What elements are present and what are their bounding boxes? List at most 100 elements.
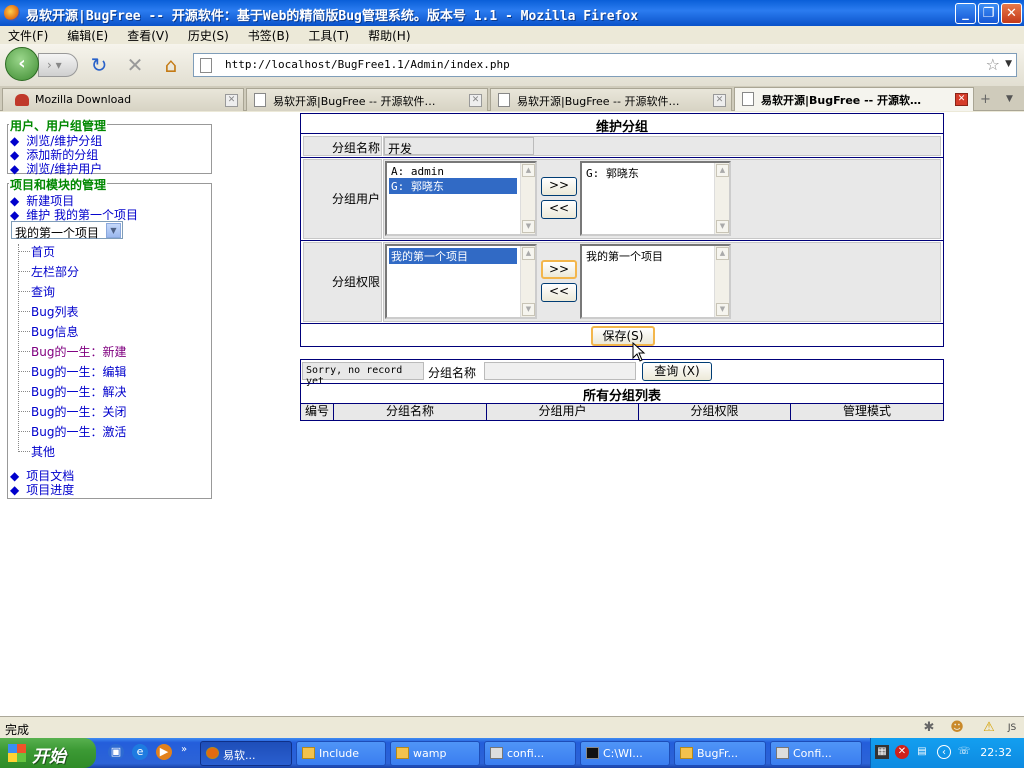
tab-mozilla-download[interactable]: Mozilla Download ✕: [2, 88, 244, 111]
tree-item-home[interactable]: 首页: [31, 243, 55, 260]
add-perm-button[interactable]: >>: [541, 260, 577, 279]
minimize-button[interactable]: _: [955, 3, 976, 24]
menu-file[interactable]: 文件(F): [0, 26, 48, 44]
scroll-up-icon[interactable]: ▲: [716, 164, 729, 177]
reload-icon[interactable]: ↻: [88, 54, 110, 76]
tree-item-bug-new[interactable]: Bug的一生：新建: [31, 343, 126, 360]
tree-item-bug-resolve[interactable]: Bug的一生：解决: [31, 383, 126, 400]
scrollbar[interactable]: ▲ ▼: [714, 246, 729, 317]
home-icon[interactable]: ⌂: [160, 54, 182, 76]
cmd-icon: [586, 747, 599, 759]
remove-user-button[interactable]: <<: [541, 200, 577, 219]
close-tab-icon[interactable]: ✕: [469, 94, 482, 107]
available-perm-list[interactable]: 我的第一个项目 ▲ ▼: [385, 244, 537, 319]
forward-button[interactable]: › ▾: [38, 53, 78, 77]
close-tab-icon[interactable]: ✕: [713, 94, 726, 107]
tray-chevron-icon[interactable]: ‹: [937, 745, 951, 759]
menu-view[interactable]: 查看(V): [119, 26, 169, 44]
quicklaunch-more-icon[interactable]: »: [181, 744, 187, 755]
selected-users-list[interactable]: G: 郭晓东 ▲ ▼: [580, 161, 731, 236]
stop-icon[interactable]: ✕: [124, 54, 146, 76]
tab-label: Mozilla Download: [35, 93, 132, 106]
browse-users-link[interactable]: ◆ 浏览/维护用户: [10, 160, 102, 177]
tree-item-bug-activate[interactable]: Bug的一生：激活: [31, 423, 126, 440]
tray-network-icon[interactable]: ▤: [915, 745, 929, 759]
url-bar[interactable]: http://localhost/BugFree1.1/Admin/index.…: [193, 53, 1017, 77]
scroll-down-icon[interactable]: ▼: [522, 303, 535, 316]
scroll-down-icon[interactable]: ▼: [716, 303, 729, 316]
scroll-down-icon[interactable]: ▼: [522, 220, 535, 233]
search-group-name-input[interactable]: [484, 362, 636, 380]
task-firefox[interactable]: 易软...: [200, 741, 292, 766]
menu-history[interactable]: 历史(S): [180, 26, 229, 44]
js-icon[interactable]: JS: [1004, 720, 1020, 736]
remove-perm-button[interactable]: <<: [541, 283, 577, 302]
close-tab-icon[interactable]: ✕: [955, 93, 968, 106]
restore-button[interactable]: ❐: [978, 3, 999, 24]
available-users-list[interactable]: A: admin G: 郭晓东 ▲ ▼: [385, 161, 537, 236]
query-button[interactable]: 查询 (X): [642, 362, 712, 381]
project-select[interactable]: 我的第一个项目 ▼: [11, 221, 123, 240]
tree-item-left-panel[interactable]: 左栏部分: [31, 263, 79, 280]
scrollbar[interactable]: ▲ ▼: [520, 246, 535, 317]
tray-error-icon[interactable]: ✕: [895, 745, 909, 759]
list-item[interactable]: 我的第一个项目: [584, 248, 663, 264]
list-item[interactable]: A: admin: [389, 165, 444, 178]
divider: [301, 240, 943, 241]
quicklaunch-ie-icon[interactable]: e: [132, 744, 148, 760]
close-window-button[interactable]: ✕: [1001, 3, 1022, 24]
select-value: 我的第一个项目: [15, 226, 100, 240]
menu-help[interactable]: 帮助(H): [360, 26, 410, 44]
tree-item-bug-info[interactable]: Bug信息: [31, 323, 78, 340]
tab-bugfree-1[interactable]: 易软开源|BugFree -- 开源软件… ✕: [246, 88, 488, 111]
tab-bugfree-2[interactable]: 易软开源|BugFree -- 开源软件… ✕: [490, 88, 732, 111]
add-user-button[interactable]: >>: [541, 177, 577, 196]
scroll-up-icon[interactable]: ▲: [716, 247, 729, 260]
project-progress-link[interactable]: ◆ 项目进度: [10, 481, 74, 498]
tree-item-bug-list[interactable]: Bug列表: [31, 303, 78, 320]
tab-bugfree-active[interactable]: 易软开源|BugFree -- 开源软… ✕: [734, 87, 974, 111]
window-title-bar[interactable]: 易软开源|BugFree -- 开源软件：基于Web的精简版Bug管理系统。版本…: [0, 0, 1024, 26]
tree-item-bug-close[interactable]: Bug的一生：关闭: [31, 403, 126, 420]
url-dropdown-icon[interactable]: ▼: [1005, 59, 1012, 69]
scrollbar[interactable]: ▲ ▼: [520, 163, 535, 234]
task-config[interactable]: Confi...: [770, 741, 862, 766]
tray-sound-icon[interactable]: ☏: [957, 745, 971, 759]
folder-icon: [396, 747, 409, 759]
list-item[interactable]: G: 郭晓东: [584, 165, 639, 181]
tree-item-other[interactable]: 其他: [31, 443, 55, 460]
tab-list-icon[interactable]: ▼: [1006, 94, 1013, 104]
task-bugfree[interactable]: BugFr...: [674, 741, 766, 766]
face-icon[interactable]: ☻: [949, 720, 965, 736]
scrollbar[interactable]: ▲ ▼: [714, 163, 729, 234]
quicklaunch-media-icon[interactable]: ▶: [156, 744, 172, 760]
list-item-selected[interactable]: G: 郭晓东: [389, 178, 517, 194]
quicklaunch-desktop-icon[interactable]: ▣: [108, 744, 124, 760]
task-wamp[interactable]: wamp: [390, 741, 480, 766]
scroll-down-icon[interactable]: ▼: [716, 220, 729, 233]
search-label: 分组名称: [428, 366, 477, 380]
tray-app-icon[interactable]: ▦: [875, 745, 889, 759]
back-button[interactable]: ‹: [5, 47, 39, 81]
url-input[interactable]: http://localhost/BugFree1.1/Admin/index.…: [225, 58, 510, 71]
menu-bookmarks[interactable]: 书签(B): [240, 26, 290, 44]
task-include[interactable]: Include: [296, 741, 386, 766]
selected-perm-list[interactable]: 我的第一个项目 ▲ ▼: [580, 244, 731, 319]
menu-edit[interactable]: 编辑(E): [59, 26, 108, 44]
menu-tools[interactable]: 工具(T): [300, 26, 349, 44]
start-button[interactable]: 开始: [0, 738, 96, 768]
list-item-selected[interactable]: 我的第一个项目: [389, 248, 517, 264]
warning-icon[interactable]: ⚠: [981, 720, 997, 736]
task-cmd[interactable]: C:\WI...: [580, 741, 670, 766]
bookmark-star-icon[interactable]: ☆: [986, 55, 1000, 74]
scroll-up-icon[interactable]: ▲: [522, 164, 535, 177]
scroll-up-icon[interactable]: ▲: [522, 247, 535, 260]
bug-icon[interactable]: ✱: [921, 720, 937, 736]
tree-item-bug-edit[interactable]: Bug的一生：编辑: [31, 363, 126, 380]
tree-item-query[interactable]: 查询: [31, 283, 55, 300]
task-confi[interactable]: confi...: [484, 741, 576, 766]
group-name-field[interactable]: 开发: [384, 137, 534, 156]
close-tab-icon[interactable]: ✕: [225, 94, 238, 107]
column-group-perm: 分组权限: [639, 404, 791, 420]
new-tab-icon[interactable]: +: [980, 92, 991, 107]
